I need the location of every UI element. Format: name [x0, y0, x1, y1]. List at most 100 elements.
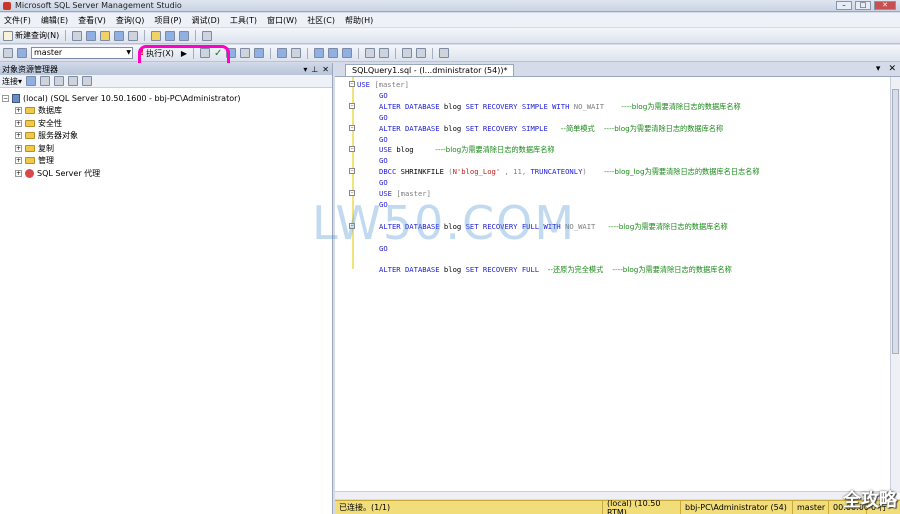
- connect-dropdown[interactable]: 连接▾: [2, 76, 22, 87]
- fold-toggle-icon[interactable]: −: [349, 102, 355, 109]
- tab-sqlquery1[interactable]: SQLQuery1.sql - (l...dministrator (54))*: [345, 64, 515, 76]
- code-line[interactable]: USE [master]: [357, 79, 409, 90]
- collapse-icon[interactable]: −: [2, 94, 9, 102]
- expand-icon[interactable]: +: [15, 157, 22, 165]
- tree-node-server-objects[interactable]: + 服务器对象: [2, 130, 332, 143]
- close-button[interactable]: ✕: [874, 1, 896, 10]
- standard-toolbar: 新建查询(N): [0, 28, 900, 44]
- fold-toggle-icon[interactable]: −: [349, 81, 355, 87]
- code-token: USE: [379, 189, 397, 198]
- debug-play-icon[interactable]: ▶: [181, 49, 187, 58]
- menu-community[interactable]: 社区(C): [307, 15, 335, 26]
- code-line[interactable]: GO: [379, 90, 388, 101]
- decrease-indent-icon[interactable]: [402, 48, 413, 58]
- save-icon[interactable]: [165, 30, 176, 41]
- code-line[interactable]: GO: [379, 243, 388, 254]
- new-query-button[interactable]: 新建查询(N): [3, 30, 59, 41]
- code-line[interactable]: ALTER DATABASE blog SET RECOVERY FULL --…: [379, 264, 732, 275]
- execute-button[interactable]: ! 执行(X): [137, 47, 177, 59]
- expand-icon[interactable]: +: [15, 107, 22, 115]
- results-grid-icon[interactable]: [328, 48, 339, 58]
- menu-file[interactable]: 文件(F): [4, 15, 31, 26]
- panel-menu-icon[interactable]: ▾: [303, 65, 307, 74]
- tree-node-security[interactable]: + 安全性: [2, 117, 332, 130]
- expand-icon[interactable]: +: [15, 144, 22, 152]
- xmla-icon[interactable]: [128, 30, 139, 41]
- tab-list-icon[interactable]: ▾: [876, 64, 881, 74]
- code-line[interactable]: GO: [379, 199, 388, 210]
- scrollbar-thumb[interactable]: [892, 89, 899, 354]
- open-folder-icon[interactable]: [151, 30, 162, 41]
- code-line[interactable]: DBCC SHRINKFILE (N'blog_Log' , 11, TRUNC…: [379, 166, 760, 177]
- menu-help[interactable]: 帮助(H): [345, 15, 373, 26]
- menu-view[interactable]: 查看(V): [78, 15, 106, 26]
- database-select[interactable]: master ▼: [31, 47, 133, 59]
- display-plan-icon[interactable]: [226, 48, 237, 58]
- menu-edit[interactable]: 编辑(E): [41, 15, 68, 26]
- code-line[interactable]: GO: [379, 134, 388, 145]
- toolbar-separator: [270, 47, 272, 59]
- save-all-icon[interactable]: [179, 30, 190, 41]
- expand-icon[interactable]: +: [15, 119, 22, 127]
- menu-project[interactable]: 项目(P): [154, 15, 181, 26]
- menu-window[interactable]: 窗口(W): [267, 15, 297, 26]
- code-line[interactable]: GO: [379, 177, 388, 188]
- analysis-icon[interactable]: [86, 30, 97, 41]
- uncomment-icon[interactable]: [379, 48, 390, 58]
- filter-icon[interactable]: [68, 76, 79, 86]
- object-tree: − (local) (SQL Server 10.50.1600 - bbj-P…: [0, 88, 332, 180]
- results-file-icon[interactable]: [342, 48, 353, 58]
- code-line[interactable]: USE blog ----blog为需要清除日志的数据库名称: [379, 144, 555, 155]
- code-line[interactable]: ALTER DATABASE blog SET RECOVERY SIMPLE …: [379, 123, 723, 134]
- tree-node-replication[interactable]: + 复制: [2, 142, 332, 155]
- fold-toggle-icon[interactable]: −: [349, 222, 355, 229]
- menu-tools[interactable]: 工具(T): [230, 15, 257, 26]
- query-icon[interactable]: [100, 30, 111, 41]
- connect-server-icon[interactable]: [26, 76, 37, 86]
- menu-query[interactable]: 查询(Q): [116, 15, 145, 26]
- refresh-icon[interactable]: [82, 76, 93, 86]
- object-explorer-panel: 对象资源管理器 ▾ ⊥ ✕ 连接▾ − (local) (SQL Server …: [0, 63, 333, 514]
- increase-indent-icon[interactable]: [416, 48, 427, 58]
- code-editor[interactable]: USE [master] − GO ALTER DATABASE blog SET R…: [335, 77, 890, 491]
- change-connection-icon[interactable]: [17, 48, 27, 58]
- activity-monitor-icon[interactable]: [202, 30, 213, 41]
- minimize-button[interactable]: –: [836, 1, 852, 10]
- expand-icon[interactable]: +: [15, 169, 22, 177]
- cancel-query-icon[interactable]: [200, 48, 210, 58]
- code-line[interactable]: ALTER DATABASE blog SET RECOVERY SIMPLE …: [379, 101, 741, 112]
- pin-icon[interactable]: ⊥: [311, 65, 318, 74]
- expand-icon[interactable]: +: [15, 132, 22, 140]
- code-line[interactable]: ALTER DATABASE blog SET RECOVERY FULL WI…: [379, 221, 728, 232]
- tree-node-databases[interactable]: + 数据库: [2, 105, 332, 118]
- code-line[interactable]: USE [master]: [379, 188, 431, 199]
- parse-check-icon[interactable]: ✓: [214, 48, 222, 59]
- new-file-icon[interactable]: [72, 30, 83, 41]
- fold-toggle-icon[interactable]: −: [349, 168, 355, 175]
- fold-toggle-icon[interactable]: −: [349, 124, 355, 131]
- tab-close-icon[interactable]: ✕: [888, 64, 896, 74]
- client-stats-icon[interactable]: [291, 48, 302, 58]
- connect-icon[interactable]: [3, 48, 13, 58]
- menu-debug[interactable]: 调试(D): [191, 15, 219, 26]
- fold-toggle-icon[interactable]: −: [349, 146, 355, 153]
- specify-values-icon[interactable]: [439, 48, 450, 58]
- intellisense-icon[interactable]: [254, 48, 265, 58]
- include-plan-icon[interactable]: [277, 48, 288, 58]
- code-line[interactable]: GO: [379, 112, 388, 123]
- tree-node-sql-agent[interactable]: + SQL Server 代理: [2, 167, 332, 180]
- results-text-icon[interactable]: [314, 48, 325, 58]
- fold-toggle-icon[interactable]: −: [349, 190, 355, 196]
- vertical-scrollbar[interactable]: [890, 77, 900, 493]
- code-line[interactable]: GO: [379, 155, 388, 166]
- query-designer-icon[interactable]: [240, 48, 251, 58]
- dmx-icon[interactable]: [114, 30, 125, 41]
- stop-icon[interactable]: [54, 76, 65, 86]
- maximize-button[interactable]: □: [855, 1, 871, 10]
- tree-node-server[interactable]: − (local) (SQL Server 10.50.1600 - bbj-P…: [2, 92, 332, 105]
- comment-icon[interactable]: [365, 48, 376, 58]
- panel-close-icon[interactable]: ✕: [322, 65, 329, 74]
- disconnect-icon[interactable]: [40, 76, 51, 86]
- tree-node-management[interactable]: + 管理: [2, 155, 332, 168]
